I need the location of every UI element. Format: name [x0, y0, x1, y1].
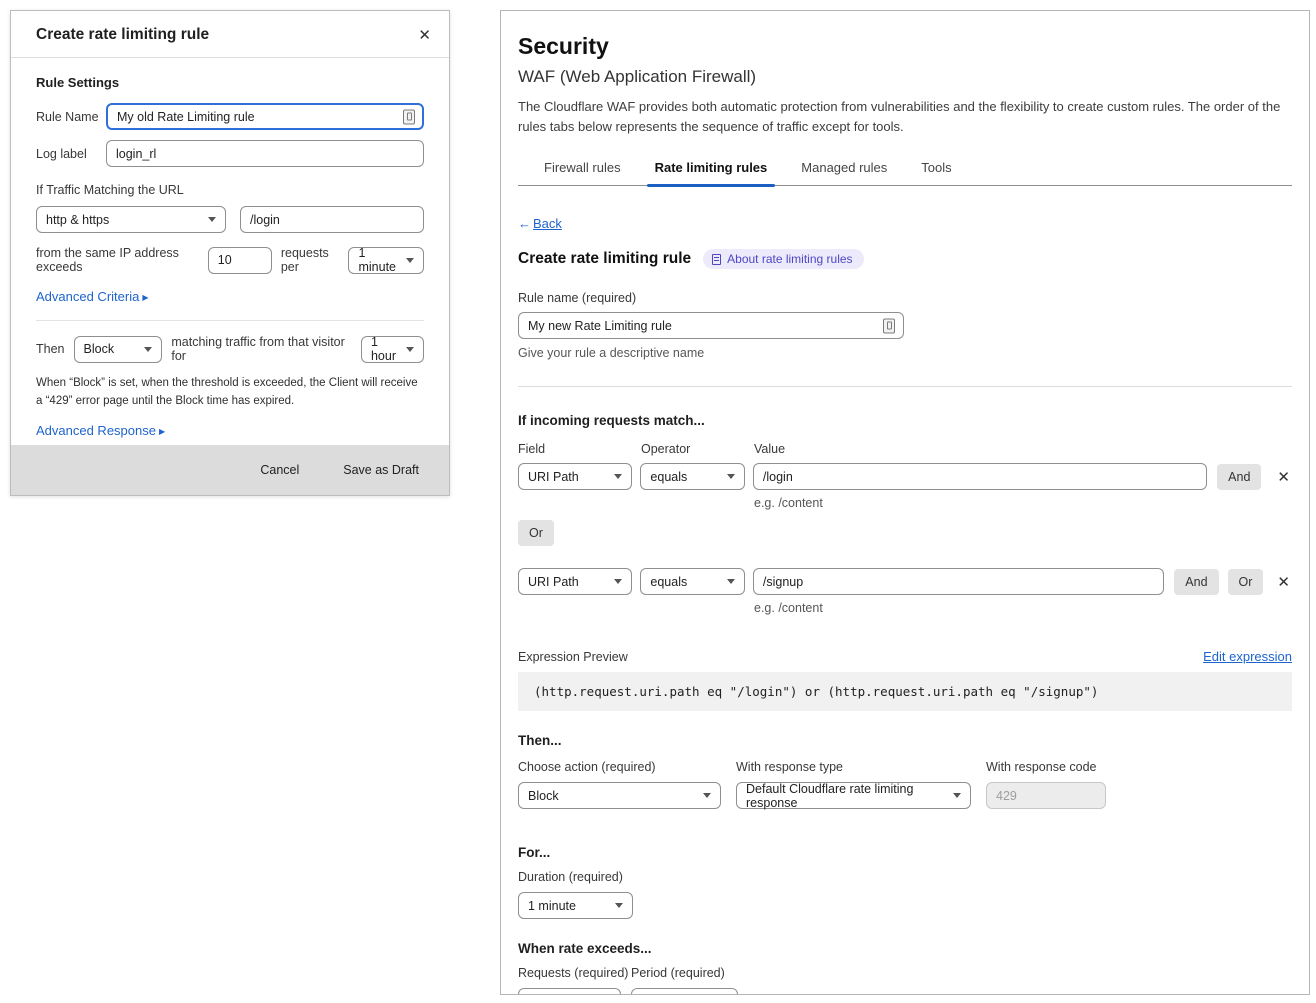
- caret-down-icon: [953, 793, 961, 798]
- for-heading: For...: [518, 845, 1292, 860]
- advanced-response-link[interactable]: Advanced Response▶: [36, 423, 165, 438]
- url-input[interactable]: [240, 206, 424, 233]
- rate-period-select[interactable]: 1 minute: [631, 988, 738, 995]
- expression-preview: (http.request.uri.path eq "/login") or (…: [518, 672, 1292, 711]
- value-hint: e.g. /content: [754, 496, 1292, 510]
- rule-name-input[interactable]: [518, 312, 904, 339]
- field-column-label: Field: [518, 442, 641, 456]
- page-title: Security: [518, 33, 1292, 60]
- value-hint: e.g. /content: [754, 601, 1292, 615]
- arrow-left-icon: ←: [518, 216, 531, 231]
- dialog-header: Create rate limiting rule ✕: [11, 11, 449, 58]
- section-divider: [518, 386, 1292, 387]
- choose-action-label: Choose action (required): [518, 760, 736, 774]
- exceeds-text: from the same IP address exceeds: [36, 246, 199, 274]
- operator-column-label: Operator: [641, 442, 754, 456]
- requests-label: Requests (required): [518, 966, 631, 980]
- rule-settings-heading: Rule Settings: [36, 75, 424, 90]
- and-button[interactable]: And: [1174, 569, 1218, 595]
- caret-down-icon: [614, 474, 622, 479]
- response-code-input: [986, 782, 1106, 809]
- rule-name-label: Rule Name: [36, 110, 106, 124]
- back-link[interactable]: ←Back: [518, 216, 562, 231]
- or-button[interactable]: Or: [518, 520, 554, 546]
- caret-down-icon: [727, 579, 735, 584]
- field-select[interactable]: URI Path: [518, 568, 632, 595]
- expression-preview-label: Expression Preview: [518, 650, 628, 664]
- password-manager-icon[interactable]: [883, 318, 895, 333]
- operator-select[interactable]: equals: [640, 463, 744, 490]
- value-input[interactable]: [753, 568, 1164, 595]
- value-column-label: Value: [754, 442, 785, 456]
- waf-tabs: Firewall rules Rate limiting rules Manag…: [518, 154, 1292, 186]
- caret-down-icon: [208, 217, 216, 222]
- create-rate-limiting-rule-dialog: Create rate limiting rule ✕ Rule Setting…: [10, 10, 450, 496]
- then-heading: Then...: [518, 733, 1292, 748]
- about-rate-limiting-badge[interactable]: About rate limiting rules: [703, 249, 863, 269]
- period-label: Period (required): [631, 966, 725, 980]
- matching-traffic-text: matching traffic from that visitor for: [171, 335, 352, 363]
- remove-condition-icon[interactable]: ✕: [1275, 468, 1292, 486]
- traffic-matching-label: If Traffic Matching the URL: [36, 183, 424, 197]
- response-type-label: With response type: [736, 760, 986, 774]
- rule-name-helper: Give your rule a descriptive name: [518, 346, 1292, 360]
- dialog-footer: Cancel Save as Draft: [11, 445, 449, 495]
- caret-down-icon: [614, 579, 622, 584]
- period-select[interactable]: 1 minute: [348, 247, 424, 274]
- and-button[interactable]: And: [1217, 464, 1261, 490]
- remove-condition-icon[interactable]: ✕: [1275, 573, 1292, 591]
- match-row: URI Path equals And ✕: [518, 463, 1292, 490]
- value-input[interactable]: [753, 463, 1207, 490]
- block-duration-select[interactable]: 1 hour: [361, 336, 424, 363]
- requests-input[interactable]: [518, 988, 621, 995]
- field-select[interactable]: URI Path: [518, 463, 632, 490]
- chevron-right-icon: ▶: [159, 427, 165, 436]
- block-note: When “Block” is set, when the threshold …: [36, 375, 424, 411]
- book-icon: [712, 254, 721, 265]
- chevron-right-icon: ▶: [142, 293, 148, 302]
- caret-down-icon: [144, 347, 152, 352]
- tab-managed-rules[interactable]: Managed rules: [799, 154, 889, 185]
- tab-firewall-rules[interactable]: Firewall rules: [542, 154, 623, 185]
- response-type-select[interactable]: Default Cloudflare rate limiting respons…: [736, 782, 971, 809]
- tab-tools[interactable]: Tools: [919, 154, 953, 185]
- match-row: URI Path equals And Or ✕: [518, 568, 1292, 595]
- requests-threshold-input[interactable]: [208, 247, 272, 274]
- match-heading: If incoming requests match...: [518, 413, 1292, 428]
- or-button[interactable]: Or: [1228, 569, 1264, 595]
- edit-expression-link[interactable]: Edit expression: [1203, 649, 1292, 664]
- scheme-select[interactable]: http & https: [36, 206, 226, 233]
- duration-label: Duration (required): [518, 870, 1292, 884]
- cancel-button[interactable]: Cancel: [260, 463, 299, 477]
- operator-select[interactable]: equals: [640, 568, 744, 595]
- caret-down-icon: [703, 793, 711, 798]
- rate-heading: When rate exceeds...: [518, 941, 1292, 956]
- page-description: The Cloudflare WAF provides both automat…: [518, 97, 1290, 136]
- advanced-criteria-link[interactable]: Advanced Criteria▶: [36, 289, 148, 304]
- requests-per-text: requests per: [281, 246, 340, 274]
- caret-down-icon: [406, 258, 414, 263]
- action-select[interactable]: Block: [74, 336, 163, 363]
- log-label-label: Log label: [36, 147, 106, 161]
- action-select[interactable]: Block: [518, 782, 721, 809]
- then-label: Then: [36, 342, 65, 356]
- dialog-divider: [36, 320, 424, 321]
- caret-down-icon: [727, 474, 735, 479]
- rule-name-input[interactable]: [106, 103, 424, 130]
- caret-down-icon: [406, 347, 414, 352]
- create-rule-heading: Create rate limiting rule: [518, 250, 691, 268]
- page-subtitle: WAF (Web Application Firewall): [518, 67, 1292, 87]
- tab-rate-limiting-rules[interactable]: Rate limiting rules: [653, 154, 770, 185]
- rule-name-label: Rule name (required): [518, 291, 1292, 305]
- caret-down-icon: [615, 903, 623, 908]
- response-code-label: With response code: [986, 760, 1096, 774]
- security-waf-panel: Security WAF (Web Application Firewall) …: [500, 10, 1310, 995]
- save-as-draft-button[interactable]: Save as Draft: [343, 463, 419, 477]
- duration-select[interactable]: 1 minute: [518, 892, 633, 919]
- log-label-input[interactable]: [106, 140, 424, 167]
- dialog-title: Create rate limiting rule: [36, 26, 209, 44]
- password-manager-icon[interactable]: [403, 109, 415, 124]
- close-icon[interactable]: ✕: [416, 26, 433, 44]
